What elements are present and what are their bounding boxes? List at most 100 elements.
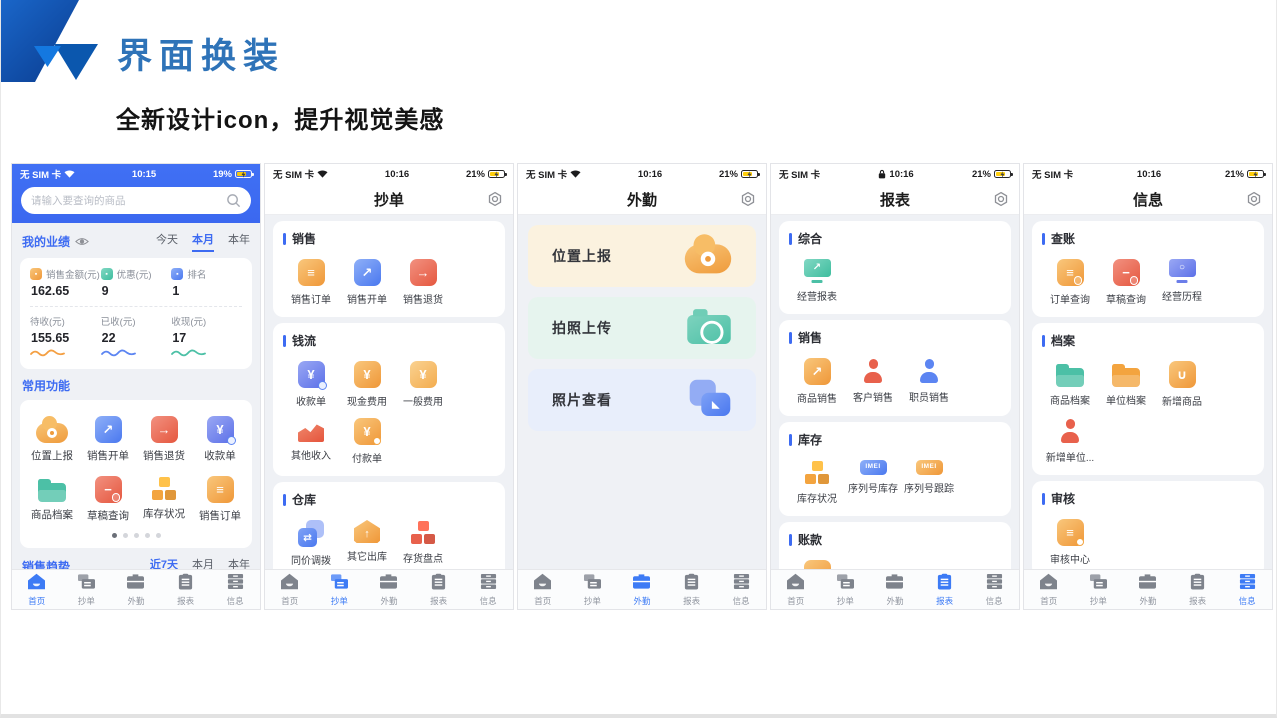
tab-field-work[interactable]: 外勤 (870, 570, 920, 609)
app-item-其他收入[interactable]: 其他收入 (283, 410, 339, 467)
app-item-单位档案[interactable]: 单位档案 (1098, 353, 1154, 410)
performance-tab-0[interactable]: 今天 (156, 231, 178, 252)
tab-reports[interactable]: 报表 (920, 570, 970, 609)
drawers-icon (985, 573, 1004, 593)
app-item-草稿查询[interactable]: −草稿查询 (80, 470, 136, 530)
tab-home[interactable]: 首页 (771, 570, 821, 609)
tab-copy-order[interactable]: 抄单 (1074, 570, 1124, 609)
app-item-销售开单[interactable]: ↗销售开单 (80, 410, 136, 470)
gear-icon[interactable] (993, 191, 1009, 210)
app-item-经营报表[interactable]: ↗经营报表 (789, 251, 845, 305)
clipboard-search-icon: ≡ (1057, 259, 1084, 286)
phone-screen-reports: 无 SIM 卡 10:16 21% 报表 综合 ↗经营报表 销售 ↗商品销售 客… (770, 163, 1020, 610)
app-item-label: 审核中心 (1050, 551, 1090, 566)
folder-mark-icon (1112, 368, 1140, 387)
tab-copy-order[interactable]: 抄单 (315, 570, 365, 609)
tab-field-work[interactable]: 外勤 (111, 570, 161, 609)
app-item-label: 客户销售 (853, 389, 893, 404)
section-card-钱流: 钱流 ¥收款单 ¥现金费用 ¥一般费用 其他收入 ¥付款单 (273, 323, 505, 476)
tab-field-work[interactable]: 外勤 (364, 570, 414, 609)
gear-icon[interactable] (1246, 191, 1262, 210)
tab-label: 外勤 (1139, 595, 1156, 607)
clipboard-icon (682, 573, 701, 593)
tab-copy-order[interactable]: 抄单 (568, 570, 618, 609)
tab-field-work[interactable]: 外勤 (1123, 570, 1173, 609)
tab-copy-order[interactable]: 抄单 (62, 570, 112, 609)
bottom-tab-bar: 首页 抄单 外勤 报表 信息 (1024, 569, 1272, 609)
home-icon (786, 573, 805, 593)
app-item-序列号库存[interactable]: IMEI序列号库存 (845, 452, 901, 507)
search-input[interactable]: 请输入要查询的商品 (21, 187, 251, 214)
app-item-label: 销售订单 (291, 291, 331, 306)
app-item-label: 现金费用 (347, 393, 387, 408)
eye-icon[interactable] (75, 237, 89, 246)
app-item-收款单[interactable]: ¥收款单 (192, 410, 248, 470)
doc-yuan-icon: ¥ (207, 416, 234, 443)
app-item-销售订单[interactable]: ≡销售订单 (283, 251, 339, 308)
carrier-label: 无 SIM 卡 (526, 167, 581, 181)
app-item-商品档案[interactable]: 商品档案 (1042, 353, 1098, 410)
carrier-label: 无 SIM 卡 (273, 167, 328, 181)
app-item-label: 付款单 (352, 450, 382, 465)
app-item-收款单[interactable]: ¥收款单 (283, 353, 339, 410)
app-item-销售订单[interactable]: ≡销售订单 (192, 470, 248, 530)
tab-home[interactable]: 首页 (265, 570, 315, 609)
app-item-同价调拨[interactable]: ⇄同价调拨 (283, 512, 339, 569)
app-item-label: 收款单 (296, 393, 326, 408)
tab-home[interactable]: 首页 (12, 570, 62, 609)
printer-icon (583, 573, 602, 593)
performance-card: ▪ 销售金额(元) 162.65 ▪ 优惠(元) 9 ▪ 排名 1 待收(元) … (20, 258, 252, 369)
tab-info[interactable]: 信息 (716, 570, 766, 609)
gear-icon[interactable] (487, 191, 503, 210)
tab-reports[interactable]: 报表 (414, 570, 464, 609)
tab-reports[interactable]: 报表 (667, 570, 717, 609)
app-item-label: 单位档案 (1106, 392, 1146, 407)
app-item-一般费用[interactable]: ¥一般费用 (395, 353, 451, 410)
app-item-存货盘点[interactable]: 存货盘点 (395, 512, 451, 569)
app-item-商品档案[interactable]: 商品档案 (24, 470, 80, 530)
tab-info[interactable]: 信息 (210, 570, 260, 609)
tab-copy-order[interactable]: 抄单 (821, 570, 871, 609)
performance-tab-1[interactable]: 本月 (192, 231, 214, 252)
banner-拍照上传[interactable]: 拍照上传 (528, 297, 756, 359)
tab-field-work[interactable]: 外勤 (617, 570, 667, 609)
app-item-序列号跟踪[interactable]: IMEI序列号跟踪 (901, 452, 957, 507)
app-item-新增单位...[interactable]: 新增单位... (1042, 410, 1098, 466)
app-item-新增商品[interactable]: ∪新增商品 (1154, 353, 1210, 410)
app-item-其它出库[interactable]: ↑其它出库 (339, 512, 395, 569)
app-item-销售开单[interactable]: ↗销售开单 (339, 251, 395, 308)
app-item-草稿查询[interactable]: −草稿查询 (1098, 251, 1154, 308)
section-bar (789, 434, 792, 446)
banner-位置上报[interactable]: 位置上报 (528, 225, 756, 287)
tab-label: 报表 (177, 595, 194, 607)
performance-tab-2[interactable]: 本年 (228, 231, 250, 252)
tab-reports[interactable]: 报表 (161, 570, 211, 609)
cubes-icon (151, 476, 178, 501)
carrier-label: 无 SIM 卡 (1032, 167, 1073, 181)
tab-home[interactable]: 首页 (518, 570, 568, 609)
app-item-label: 销售订单 (199, 508, 241, 523)
tab-info[interactable]: 信息 (463, 570, 513, 609)
app-item-销售退货[interactable]: →销售退货 (395, 251, 451, 308)
app-item-label: 位置上报 (31, 448, 73, 463)
app-item-商品销售[interactable]: ↗商品销售 (789, 350, 845, 407)
tab-reports[interactable]: 报表 (1173, 570, 1223, 609)
app-item-订单查询[interactable]: ≡订单查询 (1042, 251, 1098, 308)
app-item-位置上报[interactable]: 位置上报 (24, 410, 80, 470)
gear-icon[interactable] (740, 191, 756, 210)
app-item-库存状况[interactable]: 库存状况 (136, 470, 192, 530)
app-item-经营历程[interactable]: ○经营历程 (1154, 251, 1210, 308)
tab-info[interactable]: 信息 (1222, 570, 1272, 609)
app-item-职员销售[interactable]: 职员销售 (901, 350, 957, 407)
app-item-现金费用[interactable]: ¥现金费用 (339, 353, 395, 410)
section-title: 销售 (292, 230, 316, 247)
tab-info[interactable]: 信息 (969, 570, 1019, 609)
app-item-审核中心[interactable]: ≡审核中心 (1042, 511, 1098, 568)
app-item-客户销售[interactable]: 客户销售 (845, 350, 901, 407)
bottom-tab-bar: 首页 抄单 外勤 报表 信息 (771, 569, 1019, 609)
tab-home[interactable]: 首页 (1024, 570, 1074, 609)
app-item-销售退货[interactable]: →销售退货 (136, 410, 192, 470)
banner-照片查看[interactable]: 照片查看 (528, 369, 756, 431)
app-item-付款单[interactable]: ¥付款单 (339, 410, 395, 467)
app-item-库存状况[interactable]: 库存状况 (789, 452, 845, 507)
